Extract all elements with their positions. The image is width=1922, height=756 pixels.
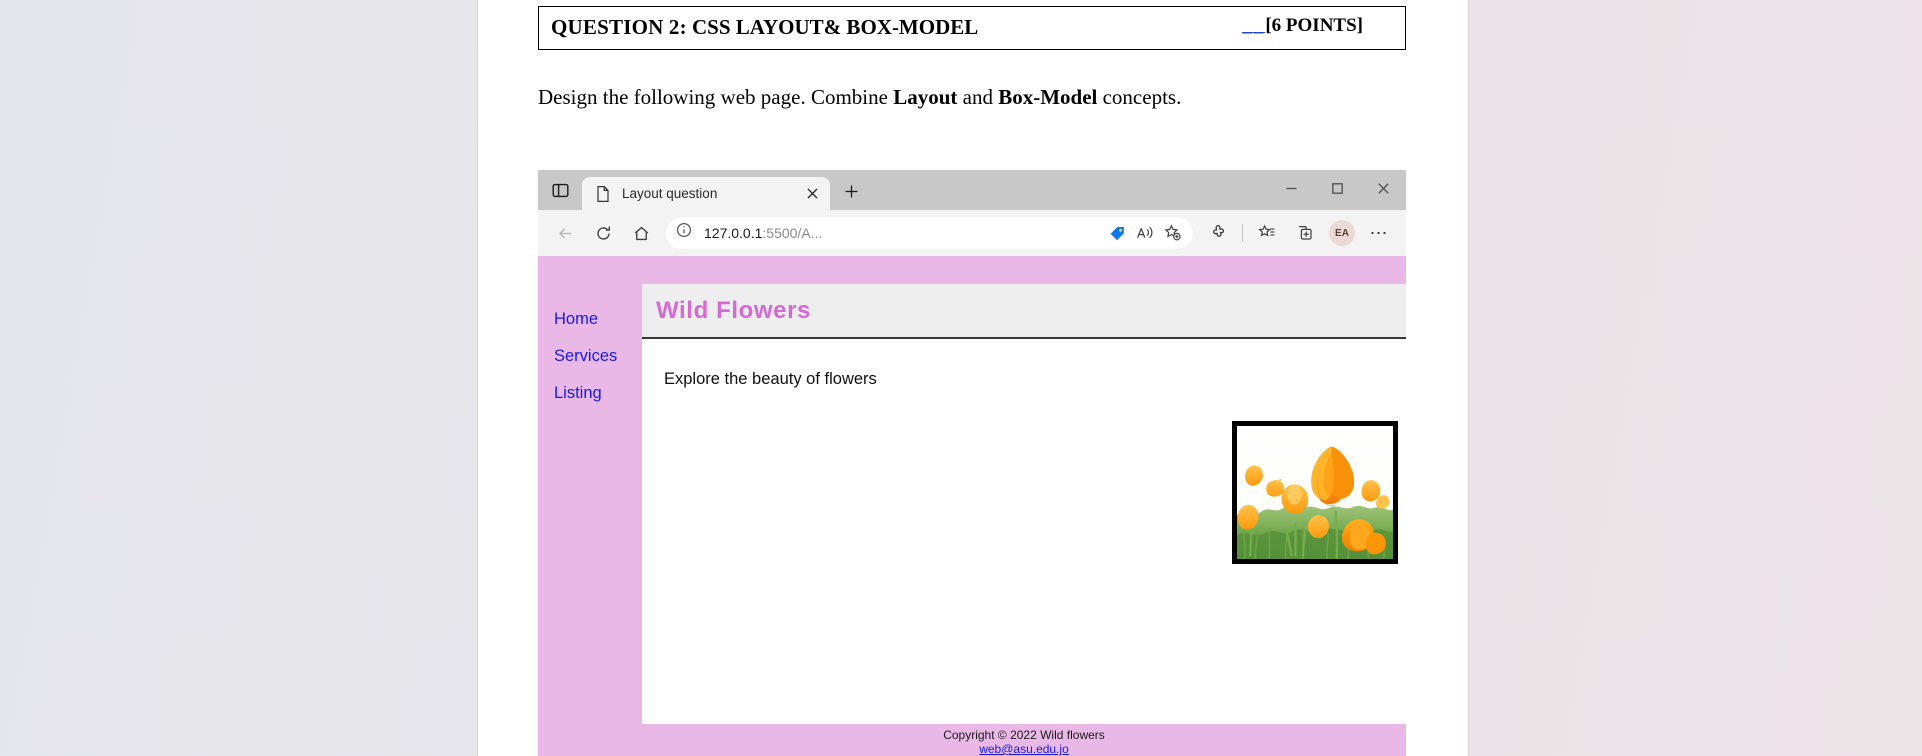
sidebar-item-services[interactable]: Services: [538, 347, 642, 366]
more-dots-icon[interactable]: ⋯: [1362, 216, 1396, 250]
sidebar-item-listing[interactable]: Listing: [538, 384, 642, 403]
points-value: [6 POINTS]: [1265, 15, 1363, 36]
question-header-box: QUESTION 2: CSS LAYOUT& BOX-MODEL __[6 P…: [538, 6, 1406, 50]
favorites-star-list-icon[interactable]: [1250, 216, 1284, 250]
page-document-icon: [594, 185, 612, 203]
url-path: :5500/A...: [762, 225, 823, 241]
page-footer: Copyright © 2022 Wild flowers web@asu.ed…: [642, 724, 1406, 756]
page-tagline: Explore the beauty of flowers: [664, 370, 877, 388]
footer-email-link[interactable]: web@asu.edu.jo: [642, 742, 1406, 756]
star-plus-icon[interactable]: [1159, 219, 1187, 247]
page-main-content: Wild Flowers Explore the beauty of flowe…: [642, 284, 1406, 724]
page-sidebar: Home Services Listing: [538, 284, 642, 756]
document-page: QUESTION 2: CSS LAYOUT& BOX-MODEL __[6 P…: [478, 0, 1468, 756]
profile-avatar[interactable]: EA: [1329, 220, 1355, 246]
question-topic: CSS LAYOUT& BOX-MODEL: [692, 15, 979, 39]
instruction-part-1: Design the following web page. Combine: [538, 85, 894, 109]
question-points: __[6 POINTS]: [1242, 15, 1363, 37]
page-header-band: Wild Flowers: [642, 284, 1406, 339]
browser-window: Layout question 127.0.0.1:5500/A... EA ⋯…: [538, 170, 1406, 756]
window-controls: [1268, 170, 1406, 206]
minimize-icon[interactable]: [1268, 170, 1314, 206]
instruction-part-2: and: [957, 85, 999, 109]
collections-icon[interactable]: [1288, 216, 1322, 250]
refresh-icon[interactable]: [586, 216, 620, 250]
close-icon[interactable]: [800, 182, 824, 206]
split-pane-icon[interactable]: [538, 170, 582, 210]
page-title: Wild Flowers: [656, 296, 811, 324]
new-tab-button[interactable]: [834, 174, 868, 208]
instruction-part-3: concepts.: [1097, 85, 1182, 109]
window-close-icon[interactable]: [1360, 170, 1406, 206]
question-label: QUESTION 2:: [551, 15, 687, 39]
address-bar-icons: [1103, 219, 1187, 247]
browser-tab-strip: Layout question: [538, 170, 1406, 210]
orange-wild-flowers-photo: [1232, 421, 1398, 564]
sidebar-item-home[interactable]: Home: [538, 310, 642, 329]
page-right-edge: [1468, 0, 1469, 756]
url-host: 127.0.0.1: [704, 225, 763, 241]
instruction-text: Design the following web page. Combine L…: [538, 85, 1181, 110]
page-viewport: Home Services Listing Wild Flowers Explo…: [538, 256, 1406, 756]
browser-tab[interactable]: Layout question: [582, 177, 830, 210]
address-bar[interactable]: 127.0.0.1:5500/A...: [666, 217, 1193, 249]
maximize-icon[interactable]: [1314, 170, 1360, 206]
instruction-bold-boxmodel: Box-Model: [998, 85, 1098, 109]
puzzle-piece-icon[interactable]: [1201, 216, 1235, 250]
address-bar-url: 127.0.0.1:5500/A...: [704, 225, 1103, 241]
document-viewer: QUESTION 2: CSS LAYOUT& BOX-MODEL __[6 P…: [0, 0, 1922, 756]
read-aloud-icon[interactable]: [1131, 219, 1159, 247]
price-tag-icon[interactable]: [1103, 219, 1131, 247]
instruction-bold-layout: Layout: [893, 85, 958, 109]
info-circle-icon[interactable]: [676, 222, 698, 244]
browser-toolbar: 127.0.0.1:5500/A... EA ⋯: [538, 210, 1406, 256]
home-icon[interactable]: [624, 216, 658, 250]
browser-tab-title: Layout question: [622, 186, 718, 201]
footer-copyright: Copyright © 2022 Wild flowers: [943, 728, 1105, 742]
toolbar-divider: [1242, 224, 1243, 242]
points-underline: __: [1242, 15, 1266, 36]
back-arrow-icon[interactable]: [548, 216, 582, 250]
